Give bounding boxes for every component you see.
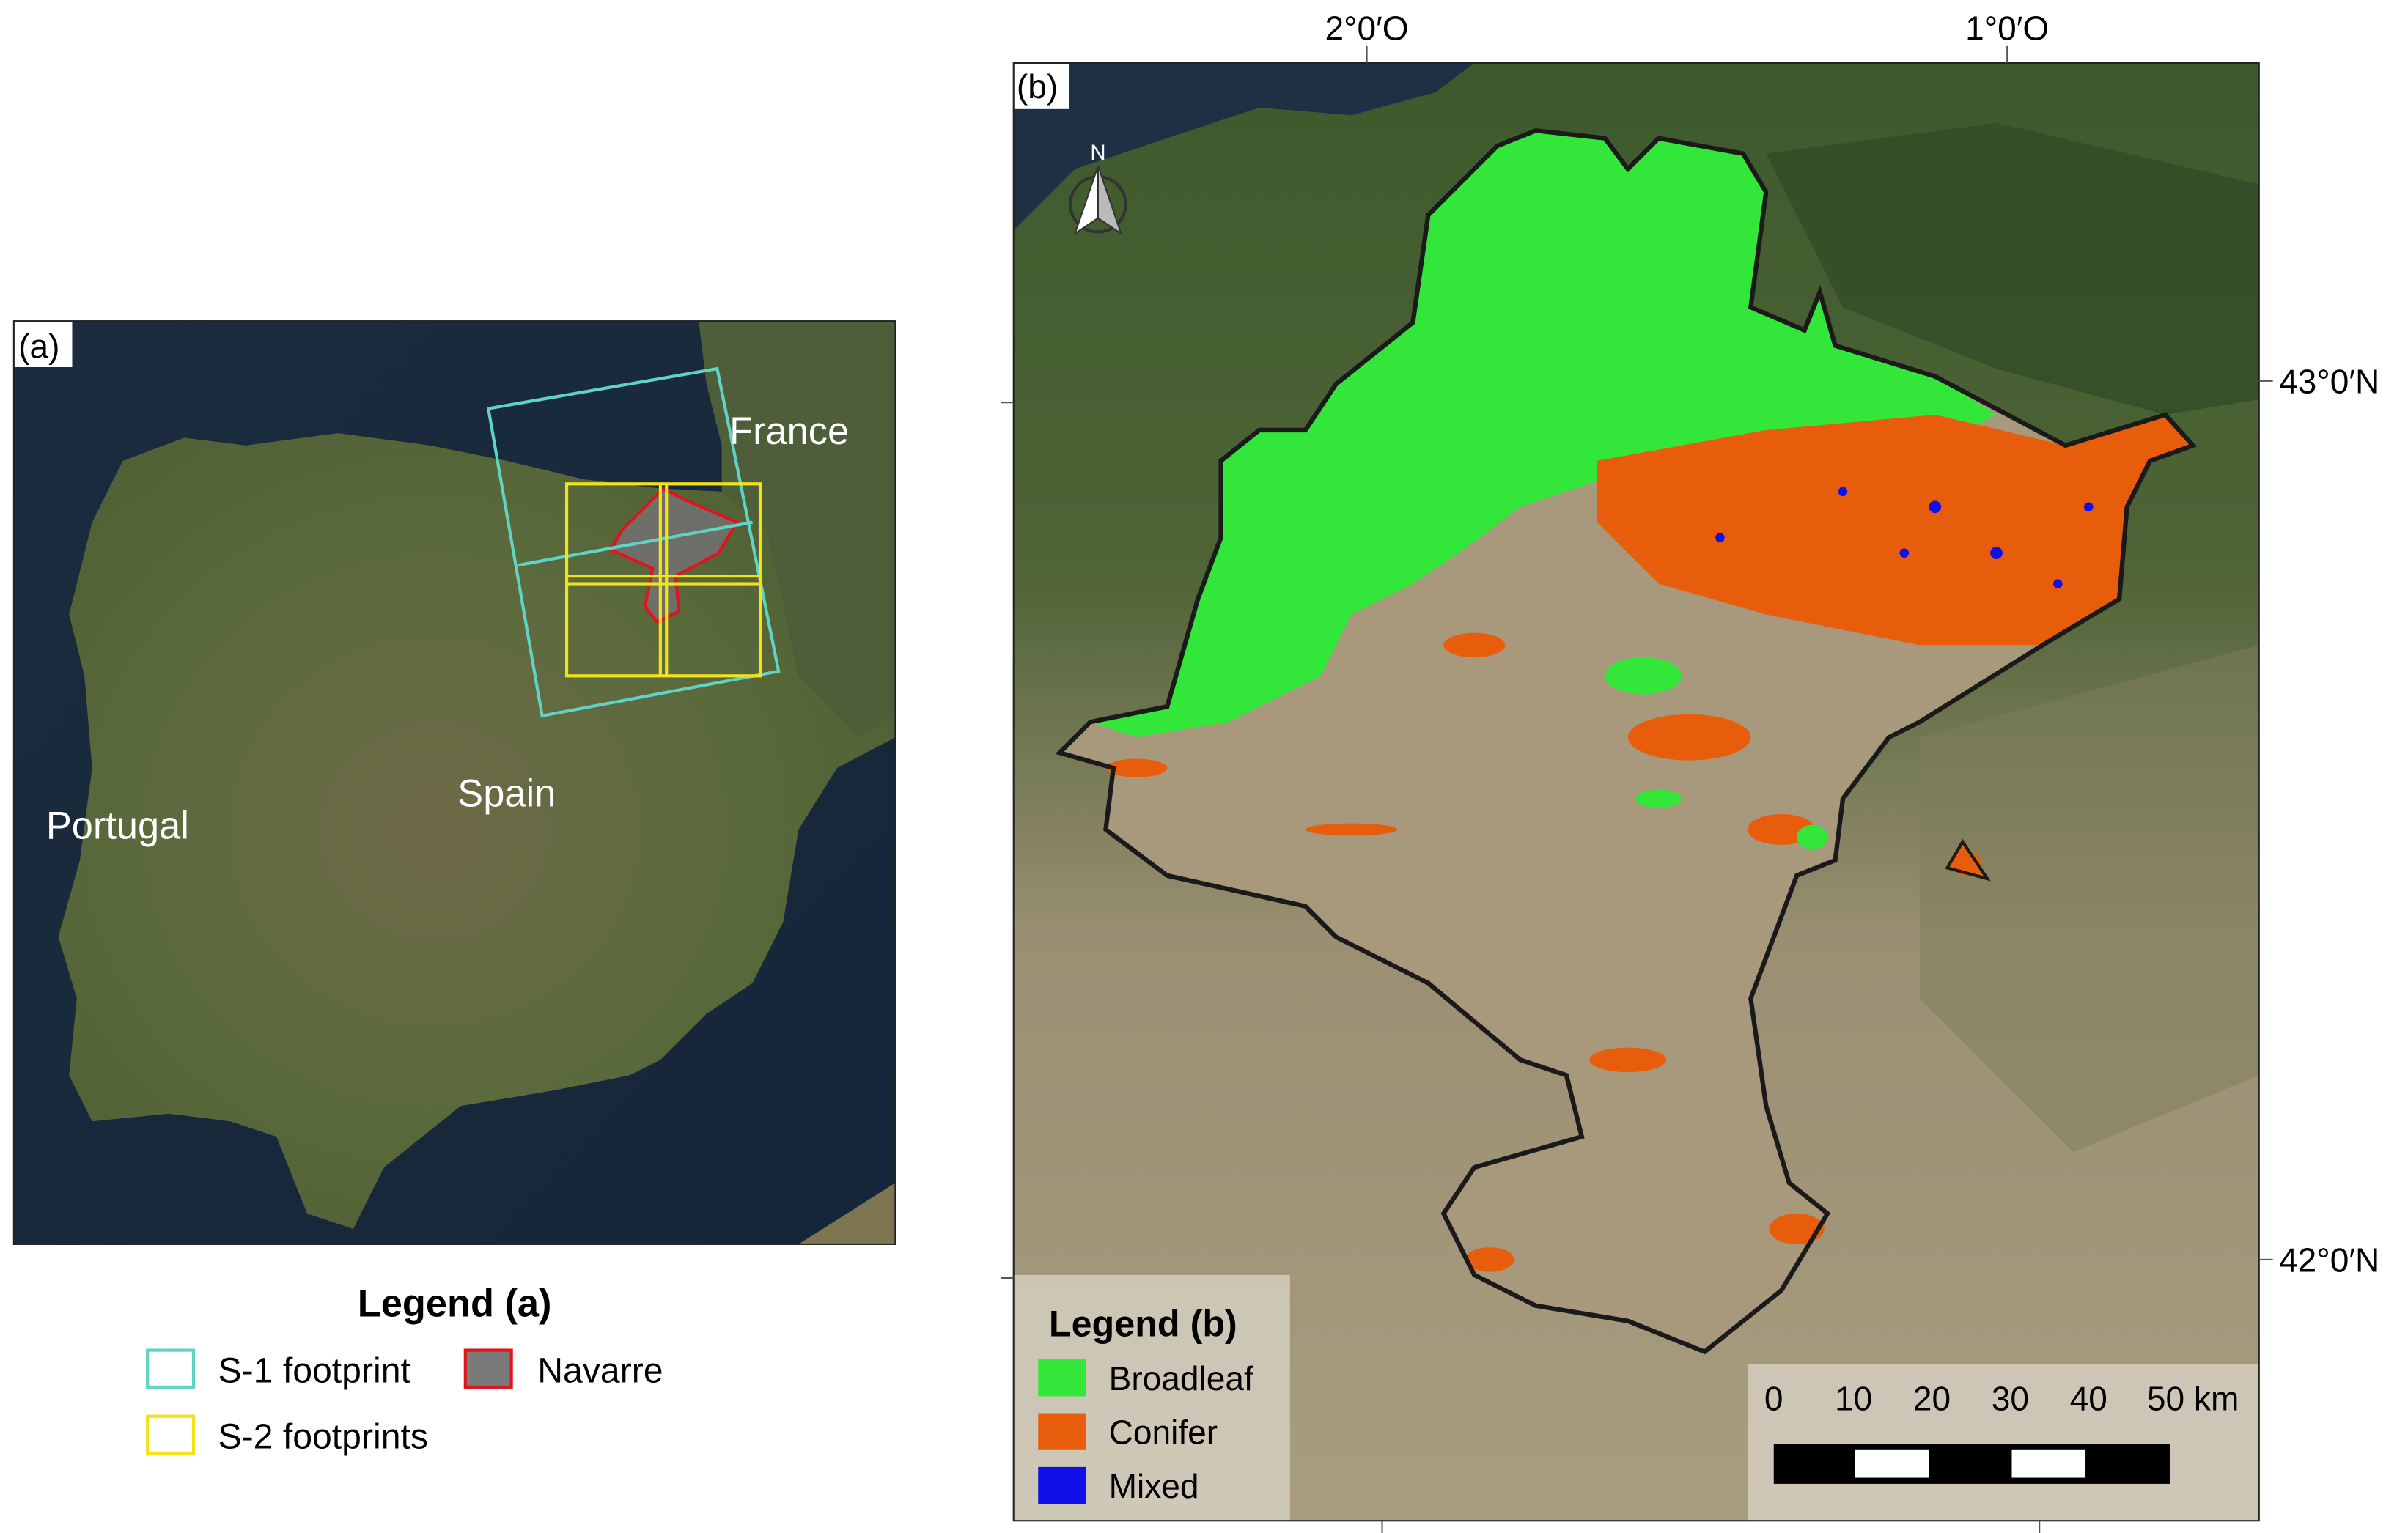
legend-a-navarre-label: Navarre [537,1351,663,1391]
legend-a-s1-label: S-1 footprint [218,1351,410,1391]
navarre-swatch [463,1348,513,1389]
figure: France Spain Portugal (a) Legend (a) S-1… [12,9,2379,1533]
label-france: France [729,410,849,453]
broadleaf-swatch [1038,1359,1086,1397]
latitude-label-43n: 43°0′N [2279,363,2379,401]
scale-bar: 0 10 20 30 40 50 km [1748,1364,2259,1521]
scale-tick-10: 10 [1835,1379,1872,1417]
label-portugal: Portugal [46,805,189,848]
legend-b: Legend (b) Broadleaf Conifer Mixed [1013,1274,1290,1521]
longitude-label-1w: 1°0′O [1965,9,2049,47]
conifer-swatch [1038,1413,1086,1450]
label-spain: Spain [457,772,556,815]
legend-a-s2-label: S-2 footprints [218,1417,428,1457]
scale-tick-40: 40 [2070,1379,2107,1417]
panel-a-label: (a) [18,327,59,365]
legend-b-title: Legend (b) [1049,1303,1237,1345]
north-label: N [1090,141,1105,165]
scale-tick-50: 50 km [2147,1379,2239,1417]
legend-a: Legend (a) S-1 footprint Navarre S-2 foo… [146,1282,663,1457]
longitude-label-2w: 2°0′O [1325,9,1408,47]
scale-tick-20: 20 [1913,1379,1951,1417]
latitude-label-42n: 42°0′N [2279,1241,2379,1279]
s2-swatch [146,1414,196,1455]
panel-b-map: N Legend (b) Broadleaf Conifer Mixed 0 1… [1013,62,2259,1521]
legend-a-title: Legend (a) [358,1282,552,1325]
legend-b-mixed-label: Mixed [1109,1467,1199,1505]
scale-tick-30: 30 [1992,1379,2029,1417]
legend-b-conifer-label: Conifer [1109,1413,1218,1451]
panel-a-map: France Spain Portugal (a) [13,321,896,1244]
mixed-swatch [1038,1466,1086,1504]
scale-tick-0: 0 [1764,1379,1783,1417]
legend-b-broadleaf-label: Broadleaf [1109,1359,1253,1397]
s1-swatch [146,1348,196,1389]
panel-b-label: (b) [1017,67,1058,106]
